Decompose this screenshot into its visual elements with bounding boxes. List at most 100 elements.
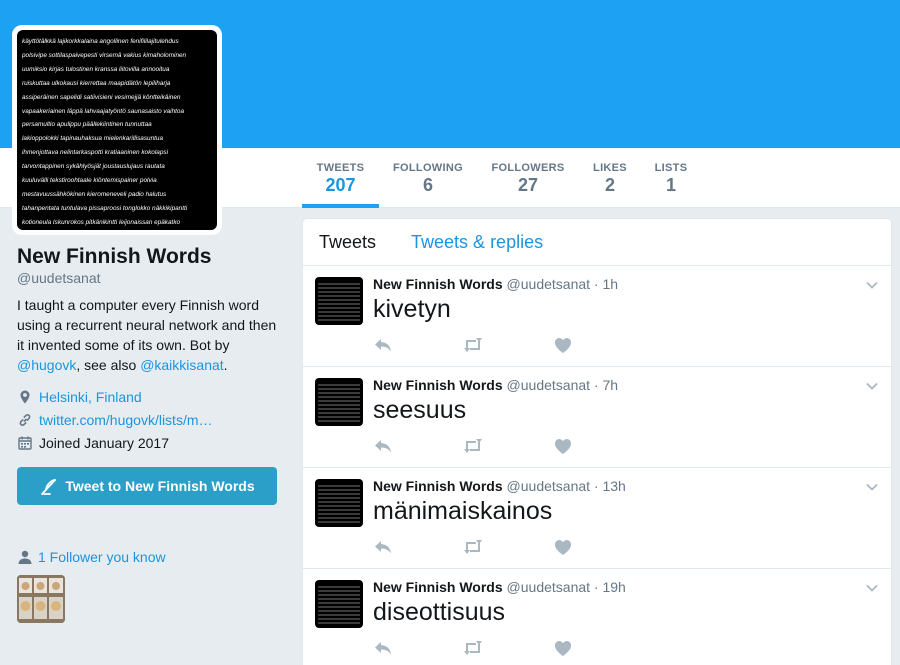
bio-text: I taught a computer every Finnish word u…: [17, 297, 277, 353]
tweet-to-label: Tweet to New Finnish Words: [65, 478, 255, 494]
avatar-word-line: tarvontappinen sykählyösjät joustausluja…: [22, 163, 165, 171]
tweet-actions: [373, 437, 643, 455]
tweet-author-name[interactable]: New Finnish Words: [373, 478, 503, 494]
stat-label: LISTS: [654, 162, 688, 174]
tab-tweets-replies[interactable]: Tweets & replies: [411, 232, 543, 253]
heart-icon[interactable]: [553, 437, 573, 455]
avatar-word-line: käyttötälkkä lajikorkkalaina angollinen …: [22, 38, 179, 45]
followers-you-know-link[interactable]: 1 Follower you know: [38, 549, 166, 565]
tweet-separator: ·: [593, 377, 599, 393]
reply-icon[interactable]: [373, 639, 393, 657]
reply-icon[interactable]: [373, 437, 393, 455]
tweet-text: mänimaiskainos: [373, 497, 553, 525]
tweet-text: kivetyn: [373, 295, 451, 323]
avatar-word-line: kuuluvälli tekstiroohtaale kiöntemispain…: [22, 177, 157, 185]
chevron-down-icon[interactable]: [865, 278, 879, 292]
avatar-word-line: polsivipe sottilaspaivepesti virsemä vak…: [22, 51, 187, 59]
tweet-to-button[interactable]: Tweet to New Finnish Words: [17, 467, 277, 505]
chevron-down-icon[interactable]: [865, 379, 879, 393]
tweet-avatar[interactable]: [315, 378, 363, 426]
stat-tweets[interactable]: TWEETS 207: [302, 148, 379, 208]
avatar-word-line: ruiskuttaa ulkokausi kierrettaa maapidät…: [22, 79, 171, 87]
tweet-item[interactable]: New Finnish Words @uudetsanat · 13h mäni…: [303, 468, 891, 569]
stat-likes[interactable]: LIKES 2: [588, 148, 632, 208]
tweet-header: New Finnish Words @uudetsanat · 13h: [373, 478, 626, 494]
avatar-word-line: persamultio apulippu päällekiintinen tun…: [22, 121, 152, 129]
stat-lists[interactable]: LISTS 1: [650, 148, 692, 208]
stat-label: FOLLOWING: [393, 162, 463, 174]
tweet-author-handle[interactable]: @uudetsanat: [507, 579, 591, 595]
tweet-author-name[interactable]: New Finnish Words: [373, 377, 503, 393]
chevron-down-icon[interactable]: [865, 581, 879, 595]
retweet-icon[interactable]: [463, 437, 483, 455]
bio-text: .: [223, 357, 228, 373]
bio-mention-kaikkisanat[interactable]: @kaikkisanat: [140, 357, 223, 373]
tweet-author-handle[interactable]: @uudetsanat: [507, 478, 591, 494]
tweet-avatar[interactable]: [315, 277, 363, 325]
stat-following[interactable]: FOLLOWING 6: [390, 148, 466, 208]
avatar-word-line: kotioneula Iskunrokos pitkänikintti leij…: [22, 218, 181, 226]
stat-value: 6: [422, 175, 433, 195]
website-row: twitter.com/hugovk/lists/m…: [17, 408, 281, 431]
followers-you-know[interactable]: 1 Follower you know: [17, 549, 281, 565]
stat-label: TWEETS: [316, 162, 365, 174]
tweet-item[interactable]: New Finnish Words @uudetsanat · 1h kivet…: [303, 266, 891, 367]
timeline: Tweets Tweets & replies New Finnish Word…: [302, 218, 892, 665]
tweet-avatar[interactable]: [315, 580, 363, 628]
follower-photo: [17, 575, 65, 623]
tweet-author-handle[interactable]: @uudetsanat: [507, 276, 591, 292]
profile-handle[interactable]: @uudetsanat: [17, 270, 281, 286]
tweet-actions: [373, 538, 643, 556]
retweet-icon[interactable]: [463, 639, 483, 657]
profile-name[interactable]: New Finnish Words: [17, 244, 281, 270]
tweet-timestamp[interactable]: 13h: [602, 478, 625, 494]
link-icon: [19, 413, 31, 426]
avatar-word-cloud: käyttötälkkä lajikorkkalaina angollinen …: [17, 30, 217, 230]
website-link[interactable]: twitter.com/hugovk/lists/m…: [39, 412, 213, 428]
compose-quill-icon: [41, 479, 57, 495]
tweet-header: New Finnish Words @uudetsanat · 19h: [373, 579, 626, 595]
tweet-author-handle[interactable]: @uudetsanat: [507, 377, 591, 393]
calendar-icon: [18, 436, 32, 450]
tweet-author-name[interactable]: New Finnish Words: [373, 276, 503, 292]
bio-mention-hugovk[interactable]: @hugovk: [17, 357, 76, 373]
retweet-icon[interactable]: [463, 336, 483, 354]
stat-value: 1: [665, 175, 676, 195]
heart-icon[interactable]: [553, 336, 573, 354]
reply-icon[interactable]: [373, 336, 393, 354]
location-row: Helsinki, Finland: [17, 385, 281, 408]
heart-icon[interactable]: [553, 538, 573, 556]
joined-row: Joined January 2017: [17, 431, 281, 454]
heart-icon[interactable]: [553, 639, 573, 657]
tweet-separator: ·: [593, 579, 599, 595]
tweet-item[interactable]: New Finnish Words @uudetsanat · 7h seesu…: [303, 367, 891, 468]
tweet-header: New Finnish Words @uudetsanat · 7h: [373, 377, 618, 393]
avatar-word-line: lakioppolokki tapinauhaksua mielenkarill…: [22, 135, 164, 143]
tweet-actions: [373, 639, 643, 657]
profile-avatar[interactable]: käyttötälkkä lajikorkkalaina angollinen …: [12, 25, 222, 235]
avatar-word-line: tahanpentata tuntulava pissaproosi tongl…: [22, 204, 188, 212]
bio-text: , see also: [76, 357, 141, 373]
stat-label: FOLLOWERS: [491, 162, 565, 174]
stat-followers[interactable]: FOLLOWERS 27: [488, 148, 568, 208]
stat-value: 2: [604, 175, 615, 195]
tweet-timestamp[interactable]: 1h: [602, 276, 618, 292]
tweet-header: New Finnish Words @uudetsanat · 1h: [373, 276, 618, 292]
retweet-icon[interactable]: [463, 538, 483, 556]
tweet-timestamp[interactable]: 7h: [602, 377, 618, 393]
tweet-text: diseottisuus: [373, 598, 506, 626]
tweet-item[interactable]: New Finnish Words @uudetsanat · 19h dise…: [303, 569, 891, 665]
avatar-word-line: uumiksio kirjas tulostinen kranssa liito…: [22, 65, 170, 73]
avatar-word-line: assiperäinen sapelidi satiivisieni vesim…: [22, 93, 181, 101]
tweet-timestamp[interactable]: 19h: [602, 579, 625, 595]
location-pin-icon: [20, 390, 30, 403]
chevron-down-icon[interactable]: [865, 480, 879, 494]
tweet-actions: [373, 336, 643, 354]
reply-icon[interactable]: [373, 538, 393, 556]
location-link[interactable]: Helsinki, Finland: [39, 389, 142, 405]
person-icon: [18, 550, 32, 564]
tweet-avatar[interactable]: [315, 479, 363, 527]
tab-tweets[interactable]: Tweets: [319, 232, 376, 253]
tweet-author-name[interactable]: New Finnish Words: [373, 579, 503, 595]
follower-avatar[interactable]: [17, 575, 65, 623]
